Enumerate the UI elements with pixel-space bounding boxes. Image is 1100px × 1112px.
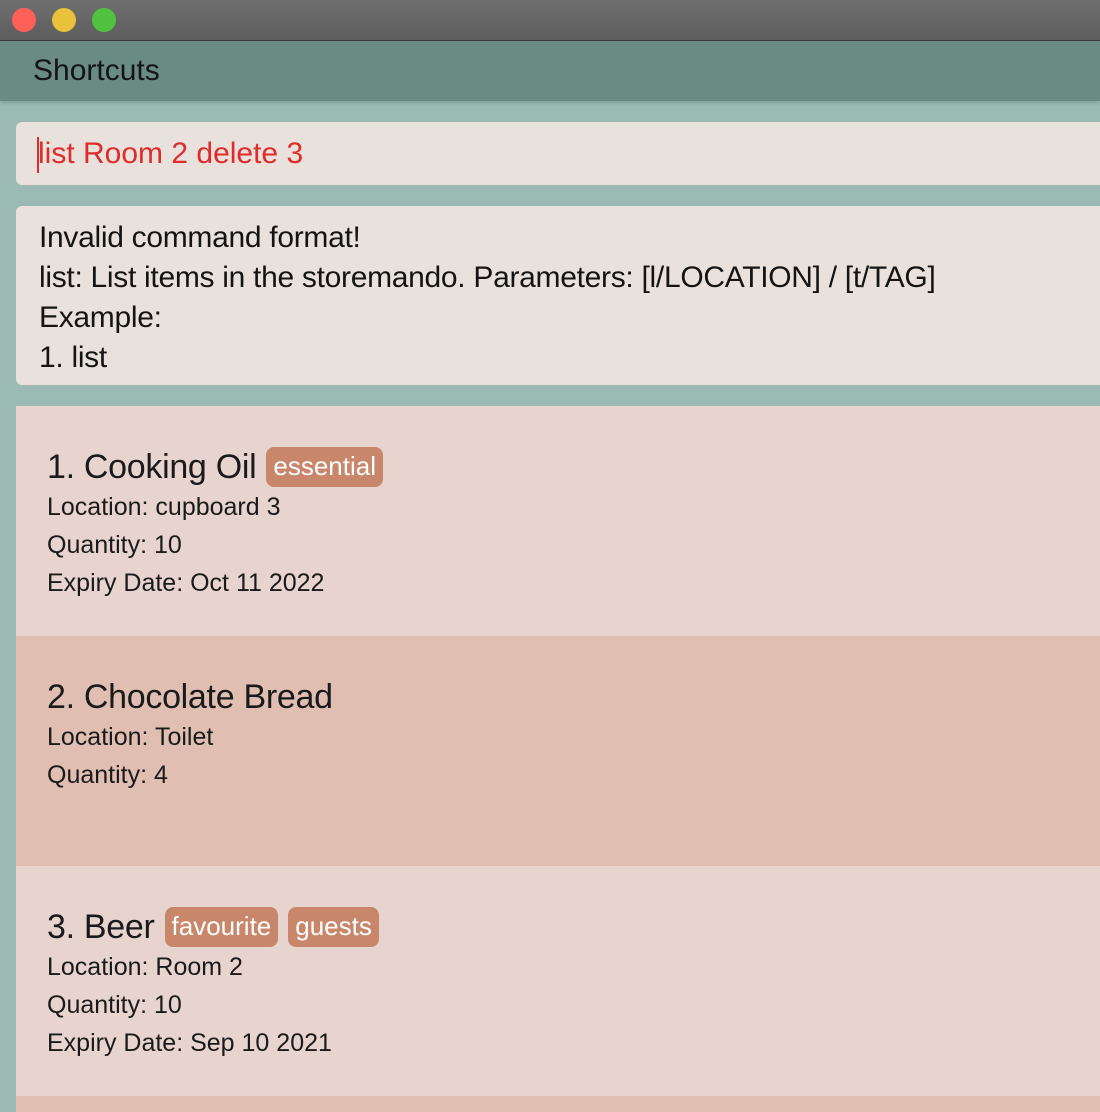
item-list[interactable]: 1. Cooking Oil essential Location: cupbo… [16, 406, 1100, 1112]
window-titlebar [0, 0, 1100, 41]
item-location: Location: cupboard 3 [47, 493, 281, 521]
item-tag: favourite [164, 907, 279, 947]
result-line: Example: [39, 301, 162, 334]
item-quantity: Quantity: 10 [47, 991, 182, 1019]
item-quantity: Quantity: 4 [47, 761, 168, 789]
window-minimize-button[interactable] [52, 8, 76, 32]
menu-bar: Shortcuts [0, 41, 1100, 101]
menu-shortcuts[interactable]: Shortcuts [33, 54, 160, 88]
item-quantity: Quantity: 10 [47, 531, 182, 559]
result-display: Invalid command format! list: List items… [16, 206, 1100, 385]
window-close-button[interactable] [12, 8, 36, 32]
window-maximize-button[interactable] [92, 8, 116, 32]
item-card[interactable]: 3. Beer favourite guests Location: Room … [16, 866, 1100, 1096]
item-tag: guests [288, 907, 379, 947]
item-expiry-date: Expiry Date: Sep 10 2021 [47, 1029, 332, 1057]
item-card[interactable]: 1. Cooking Oil essential Location: cupbo… [16, 406, 1100, 636]
command-box[interactable] [16, 122, 1100, 185]
item-card-partial[interactable] [16, 1096, 1100, 1112]
result-line: 1. list [39, 341, 107, 374]
item-expiry-date: Expiry Date: Oct 11 2022 [47, 569, 325, 597]
item-title: 1. Cooking Oil [47, 447, 257, 486]
text-cursor [37, 137, 39, 173]
result-line: list: List items in the storemando. Para… [39, 261, 936, 294]
command-input[interactable] [38, 136, 1038, 171]
item-title: 2. Chocolate Bread [47, 677, 333, 716]
item-card[interactable]: 2. Chocolate Bread Location: Toilet Quan… [16, 636, 1100, 866]
item-title: 3. Beer [47, 907, 155, 946]
result-line: Invalid command format! [39, 221, 361, 254]
item-location: Location: Room 2 [47, 953, 243, 981]
item-location: Location: Toilet [47, 723, 214, 751]
item-tag: essential [266, 447, 383, 487]
